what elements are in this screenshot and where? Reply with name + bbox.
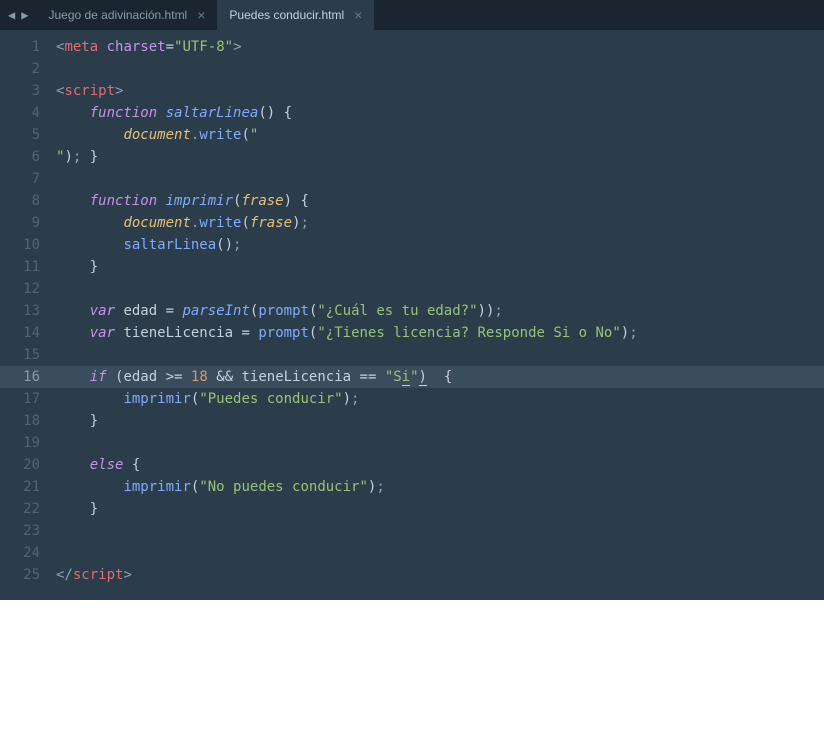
code-line[interactable]: [50, 542, 824, 564]
code-line[interactable]: <meta charset="UTF-8">: [50, 36, 824, 58]
code-line[interactable]: [50, 58, 824, 80]
line-number: 20: [0, 454, 50, 476]
line-number: 23: [0, 520, 50, 542]
code-line[interactable]: </script>: [50, 564, 824, 586]
line-number: 21: [0, 476, 50, 498]
code-line[interactable]: [50, 278, 824, 300]
close-icon[interactable]: ×: [197, 7, 205, 23]
code-line[interactable]: [50, 344, 824, 366]
line-number: 5: [0, 124, 50, 146]
tab-file-2[interactable]: Puedes conducir.html ×: [217, 0, 374, 30]
line-number: 12: [0, 278, 50, 300]
code-line[interactable]: function saltarLinea() {: [50, 102, 824, 124]
code-line[interactable]: <script>: [50, 80, 824, 102]
code-line[interactable]: var tieneLicencia = prompt("¿Tienes lice…: [50, 322, 824, 344]
nav-forward-icon[interactable]: ▶: [19, 6, 30, 25]
nav-back-icon[interactable]: ◀: [6, 6, 17, 25]
line-number: 11: [0, 256, 50, 278]
code-line[interactable]: [50, 520, 824, 542]
line-number: 4: [0, 102, 50, 124]
code-content[interactable]: <meta charset="UTF-8"> <script> function …: [50, 30, 824, 600]
line-number: 1: [0, 36, 50, 58]
code-line[interactable]: }: [50, 146, 824, 168]
code-line[interactable]: [50, 168, 824, 190]
line-number: 6: [0, 146, 50, 168]
code-line[interactable]: document.write(frase);: [50, 212, 824, 234]
nav-arrows: ◀ ▶: [0, 6, 36, 25]
line-number: 9: [0, 212, 50, 234]
tab-bar: ◀ ▶ Juego de adivinación.html × Puedes c…: [0, 0, 824, 30]
line-number: 19: [0, 432, 50, 454]
line-number: 8: [0, 190, 50, 212]
close-icon[interactable]: ×: [354, 7, 362, 23]
line-number: 17: [0, 388, 50, 410]
line-number: 25: [0, 564, 50, 586]
code-line[interactable]: else {: [50, 454, 824, 476]
code-line[interactable]: imprimir("No puedes conducir");: [50, 476, 824, 498]
code-area: 1234567891011121314151617181920212223242…: [0, 30, 824, 600]
code-line[interactable]: }: [50, 498, 824, 520]
line-number: 14: [0, 322, 50, 344]
code-line[interactable]: if (edad >= 18 && tieneLicencia == "Si")…: [50, 366, 824, 388]
line-number: 10: [0, 234, 50, 256]
line-number: 2: [0, 58, 50, 80]
line-number: 3: [0, 80, 50, 102]
tab-file-1[interactable]: Juego de adivinación.html ×: [36, 0, 217, 30]
line-number: 15: [0, 344, 50, 366]
gutter: 1234567891011121314151617181920212223242…: [0, 30, 50, 600]
code-line[interactable]: var edad = parseInt(prompt("¿Cuál es tu …: [50, 300, 824, 322]
line-number: 16: [0, 366, 50, 388]
code-line[interactable]: saltarLinea();: [50, 234, 824, 256]
line-number: 13: [0, 300, 50, 322]
tab-label: Puedes conducir.html: [229, 8, 344, 22]
code-line[interactable]: }: [50, 256, 824, 278]
line-number: 24: [0, 542, 50, 564]
code-editor: ◀ ▶ Juego de adivinación.html × Puedes c…: [0, 0, 824, 600]
code-line[interactable]: }: [50, 410, 824, 432]
code-line[interactable]: document.write("");: [50, 124, 824, 146]
tab-label: Juego de adivinación.html: [48, 8, 187, 22]
code-line[interactable]: [50, 432, 824, 454]
code-line[interactable]: function imprimir(frase) {: [50, 190, 824, 212]
code-line[interactable]: imprimir("Puedes conducir");: [50, 388, 824, 410]
line-number: 7: [0, 168, 50, 190]
line-number: 22: [0, 498, 50, 520]
line-number: 18: [0, 410, 50, 432]
